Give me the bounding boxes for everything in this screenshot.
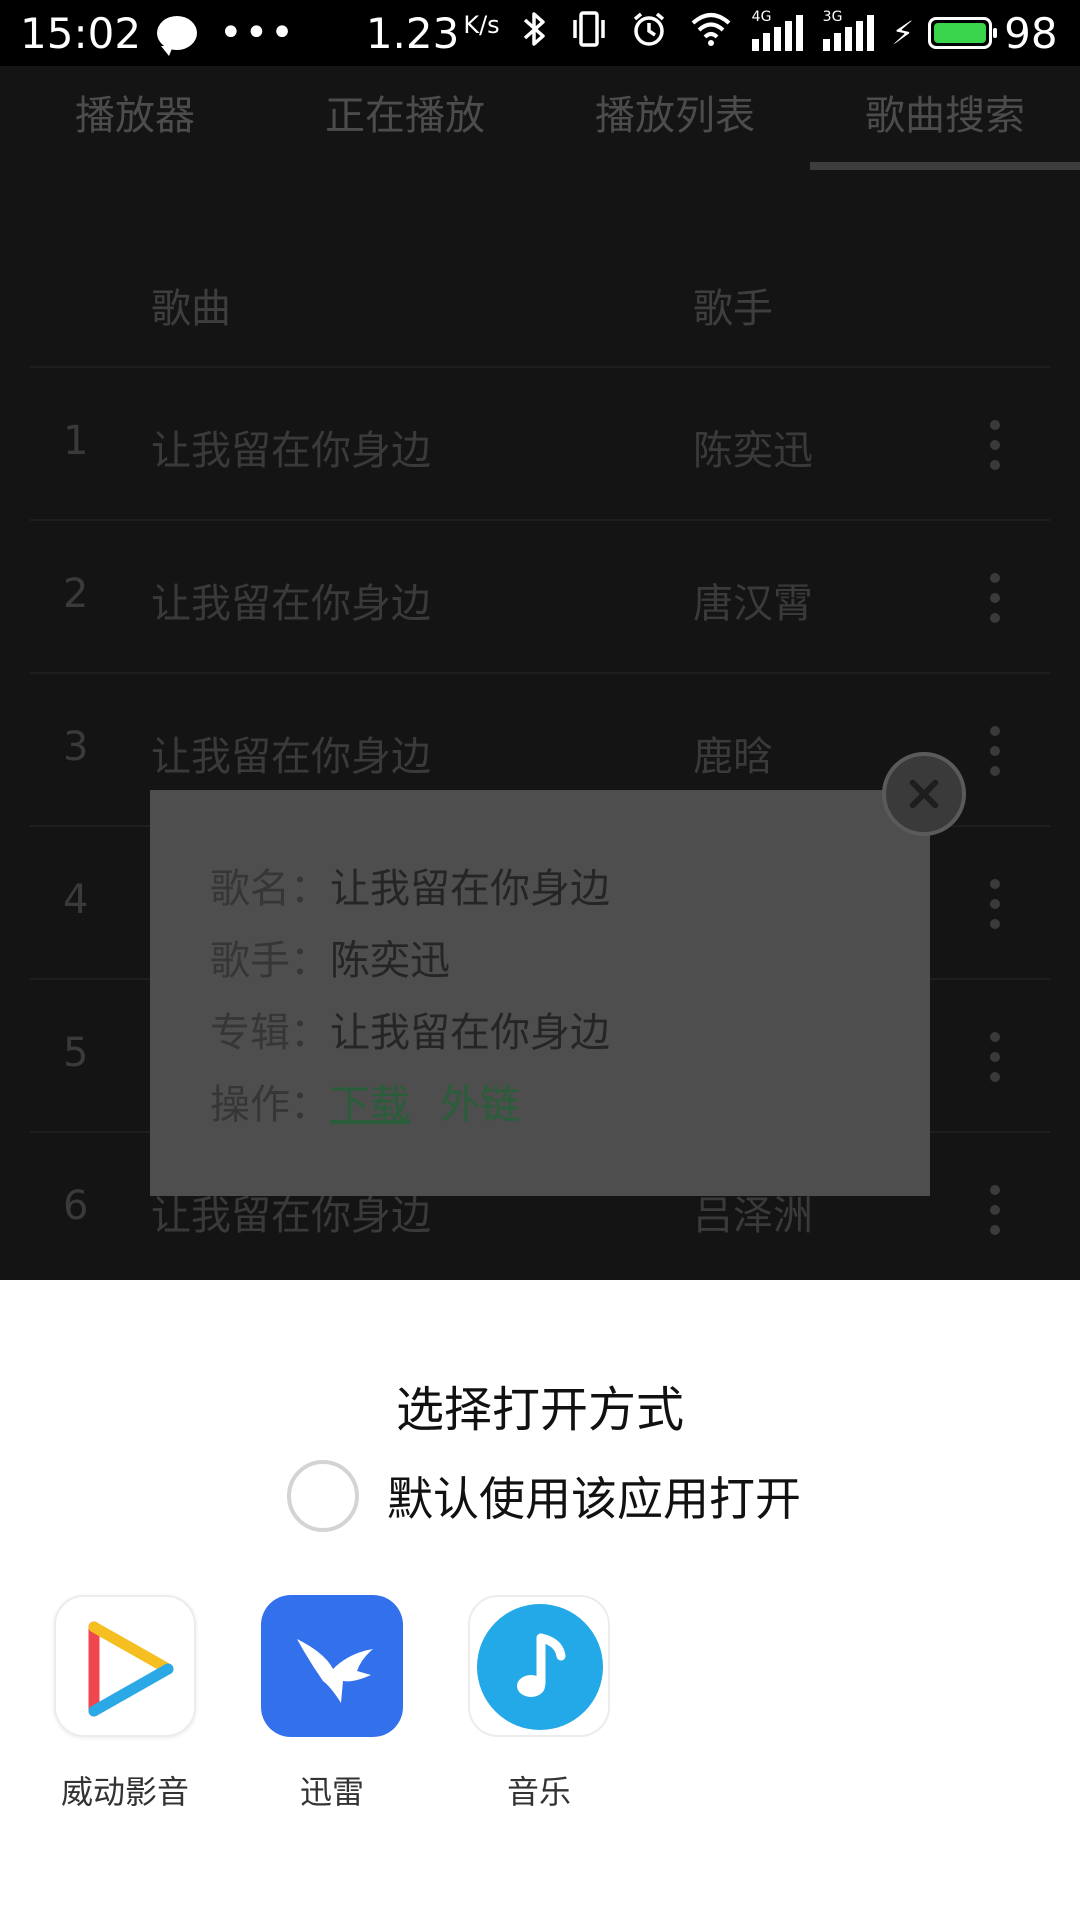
signal-4g-icon: 4G [751, 9, 803, 51]
popup-album-line: 专辑：让我留在你身边 [210, 1000, 610, 1058]
popup-album-key: 专辑： [210, 1010, 330, 1056]
network-speed: 1.23 K/s [366, 9, 500, 58]
popup-action-line: 操作：下载 外链 [210, 1072, 520, 1130]
row-song: 让我留在你身边 [151, 428, 431, 474]
popup-singer-line: 歌手：陈奕迅 [210, 928, 450, 986]
row-index: 4 [63, 877, 89, 923]
popup-action-key: 操作： [210, 1082, 330, 1128]
row-song: 让我留在你身边 [151, 581, 431, 627]
popup-album-value: 让我留在你身边 [330, 1010, 610, 1056]
default-app-option[interactable]: 默认使用该应用打开 [287, 1458, 801, 1534]
popup-song-line: 歌名：让我留在你身边 [210, 856, 610, 914]
vibrate-icon [570, 10, 608, 57]
tab-playlist[interactable]: 播放列表 [540, 66, 810, 170]
wifi-icon [690, 11, 732, 56]
more-vertical-icon[interactable] [990, 726, 1000, 776]
default-app-label: 默认使用该应用打开 [387, 1472, 801, 1526]
list-item[interactable]: 1 让我留在你身边 陈奕迅 [30, 366, 1050, 519]
row-index: 1 [63, 418, 89, 464]
bluetooth-icon [522, 9, 548, 58]
alarm-icon [630, 10, 668, 57]
more-vertical-icon[interactable] [990, 420, 1000, 470]
play-triangle-icon [54, 1595, 196, 1737]
external-link[interactable]: 外链 [440, 1082, 520, 1128]
list-header: 歌曲 歌手 [0, 256, 1080, 356]
song-info-popup: 歌名：让我留在你身边 歌手：陈奕迅 专辑：让我留在你身边 操作：下载 外链 [150, 790, 930, 1196]
row-song: 让我留在你身边 [151, 734, 431, 780]
popup-singer-key: 歌手： [210, 938, 330, 984]
popup-song-key: 歌名： [210, 866, 330, 912]
more-vertical-icon[interactable] [990, 879, 1000, 929]
row-singer: 陈奕迅 [693, 428, 813, 474]
app-chooser-grid: 威动影音 迅雷 音乐 [0, 1595, 1080, 1855]
list-item[interactable]: 2 让我留在你身边 唐汉霄 [30, 519, 1050, 672]
network-speed-unit: K/s [463, 10, 500, 39]
app-name: 威动影音 [60, 1773, 189, 1811]
tab-bar: 播放器 正在播放 播放列表 歌曲搜索 [0, 66, 1080, 170]
signal-4g-tag: 4G [751, 9, 772, 25]
app-name: 音乐 [506, 1773, 571, 1811]
column-header-singer: 歌手 [693, 286, 773, 332]
status-time: 15:02 [20, 8, 142, 58]
row-singer: 唐汉霄 [693, 581, 813, 627]
open-with-sheet: 选择打开方式 默认使用该应用打开 威动影音 迅雷 音乐 [0, 1280, 1080, 1920]
chat-notification-icon [157, 16, 198, 56]
popup-song-value: 让我留在你身边 [330, 866, 610, 912]
network-speed-value: 1.23 [365, 8, 460, 58]
status-bar: 15:02 ••• 1.23 K/s 4G 3G ⚡ 98 [0, 0, 1080, 66]
more-vertical-icon[interactable] [990, 573, 1000, 623]
download-link[interactable]: 下载 [330, 1082, 410, 1128]
more-notifications-icon: ••• [219, 10, 296, 56]
row-index: 3 [63, 724, 89, 770]
more-vertical-icon[interactable] [990, 1185, 1000, 1235]
default-app-radio[interactable] [287, 1460, 359, 1532]
active-tab-indicator [810, 162, 1080, 170]
sheet-title: 选择打开方式 [395, 1382, 684, 1438]
music-disc [477, 1604, 603, 1730]
app-option-xunlei[interactable]: 迅雷 [232, 1595, 432, 1813]
row-singer: 鹿晗 [693, 734, 773, 780]
app-option-video-player[interactable]: 威动影音 [25, 1595, 225, 1813]
tab-now-playing[interactable]: 正在播放 [270, 66, 540, 170]
music-note-icon [468, 1595, 610, 1737]
tab-song-search[interactable]: 歌曲搜索 [810, 66, 1080, 170]
row-index: 5 [63, 1030, 89, 1076]
column-header-song: 歌曲 [151, 286, 231, 332]
signal-3g-tag: 3G [822, 9, 843, 25]
charging-icon: ⚡ [891, 14, 915, 52]
battery-icon [928, 17, 998, 49]
row-index: 2 [63, 571, 89, 617]
more-vertical-icon[interactable] [990, 1032, 1000, 1082]
battery-level: 98 [1004, 8, 1058, 58]
row-index: 6 [63, 1183, 89, 1229]
popup-singer-value: 陈奕迅 [330, 938, 450, 984]
tab-player[interactable]: 播放器 [0, 66, 270, 170]
close-icon[interactable] [882, 752, 966, 836]
signal-3g-icon: 3G [822, 9, 874, 51]
app-name: 迅雷 [299, 1773, 364, 1811]
app-option-music[interactable]: 音乐 [439, 1595, 639, 1813]
hummingbird-icon [261, 1595, 403, 1737]
